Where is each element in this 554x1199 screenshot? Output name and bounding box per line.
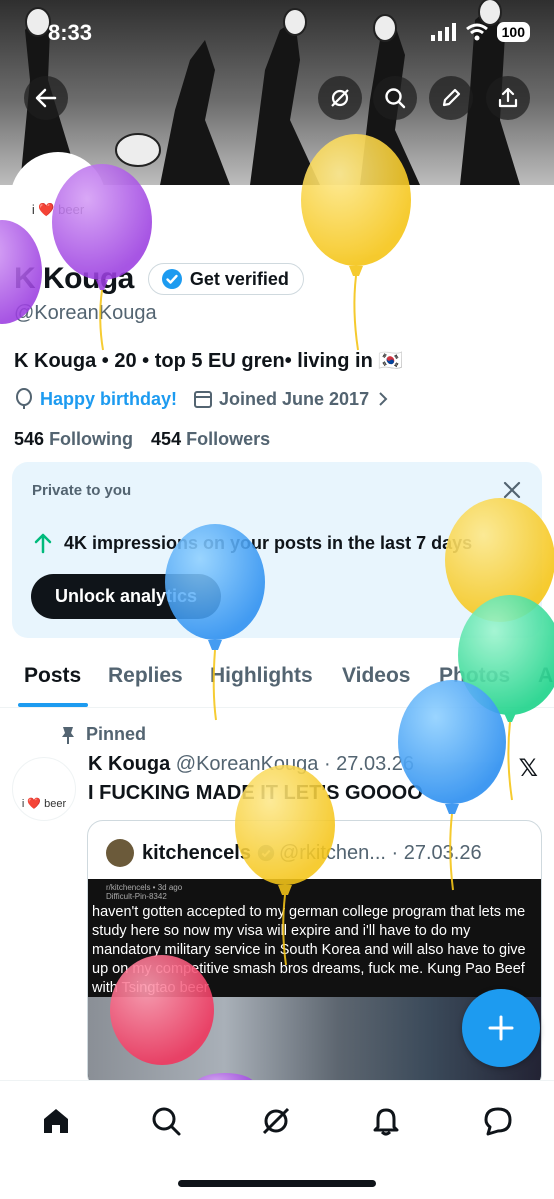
pin-icon <box>62 726 74 744</box>
follow-stats: 546 Following 454 Followers <box>14 429 270 450</box>
get-verified-label: Get verified <box>189 268 289 289</box>
quoted-post-image[interactable]: r/kitchencels • 3d ago Difficult-Pin-834… <box>88 879 541 1089</box>
post-header: K Kouga @KoreanKouga · 27.03.26 <box>88 753 414 776</box>
pinned-label: Pinned <box>86 724 147 744</box>
compose-post-button[interactable] <box>462 989 540 1067</box>
status-bar: 8:33 100 <box>0 20 554 50</box>
tab-photos[interactable]: Photos <box>439 664 510 688</box>
x-logo-icon: 𝕏 <box>518 755 538 782</box>
post-author[interactable]: K Kouga <box>88 753 170 775</box>
nav-home[interactable] <box>36 1101 76 1141</box>
analytics-card-title: Private to you <box>32 482 132 499</box>
name-row: K Kouga Get verified <box>14 262 304 296</box>
back-button[interactable] <box>24 76 68 120</box>
home-icon <box>44 1109 68 1133</box>
followers-link[interactable]: 454 Followers <box>151 429 270 450</box>
impressions-text: 4K impressions on your posts in the last… <box>64 532 473 553</box>
post-handle-date: @KoreanKouga · 27.03.26 <box>175 753 415 775</box>
battery-indicator: 100 <box>496 22 530 42</box>
post-avatar[interactable]: i ❤️ beer <box>12 757 76 821</box>
share-button[interactable] <box>486 76 530 120</box>
pinned-indicator: Pinned <box>60 724 146 745</box>
messages-icon <box>484 1107 512 1136</box>
trend-up-icon <box>34 533 52 554</box>
followers-count: 454 <box>151 429 182 449</box>
grok-icon <box>331 89 349 107</box>
nav-grok[interactable] <box>256 1101 296 1141</box>
grok-icon <box>262 1107 290 1135</box>
profile-tabs: Posts Replies Highlights Videos Photos A <box>0 650 554 708</box>
quoted-author-avatar <box>106 839 134 867</box>
search-button[interactable] <box>373 76 417 120</box>
nav-notifications[interactable] <box>366 1101 406 1141</box>
get-verified-button[interactable]: Get verified <box>147 263 304 295</box>
grok-button[interactable] <box>318 76 362 120</box>
unlock-analytics-button[interactable]: Unlock analytics <box>31 574 222 619</box>
plus-icon <box>488 1015 514 1041</box>
reddit-meta: r/kitchencels • 3d ago Difficult-Pin-834… <box>106 883 182 901</box>
following-link[interactable]: 546 Following <box>14 429 133 450</box>
edit-button[interactable] <box>429 76 473 120</box>
following-count: 546 <box>14 429 45 449</box>
following-label: Following <box>49 429 134 449</box>
quoted-handle-date: @rkitchen... · 27.03.26 <box>278 841 482 864</box>
tab-videos[interactable]: Videos <box>342 664 410 688</box>
search-icon <box>385 88 406 109</box>
balloon-icon <box>16 388 32 409</box>
nav-messages[interactable] <box>478 1101 518 1141</box>
birthday-link[interactable]: Happy birthday! <box>40 389 177 410</box>
close-icon[interactable] <box>502 480 522 500</box>
display-name: K Kouga <box>14 262 134 295</box>
verified-badge-icon <box>257 844 275 862</box>
active-tab-indicator <box>18 703 88 707</box>
notifications-icon <box>373 1108 399 1136</box>
profile-handle: @KoreanKouga <box>14 302 157 324</box>
post-avatar-text: i ❤️ beer <box>21 798 67 810</box>
share-icon <box>498 87 518 108</box>
joined-date[interactable]: Joined June 2017 <box>219 389 369 410</box>
quoted-author: kitchencels <box>142 841 251 864</box>
tab-articles[interactable]: A <box>538 664 553 688</box>
avatar-text: i ❤️ beer <box>31 202 85 217</box>
reddit-post-text: haven't gotten accepted to my german col… <box>92 904 526 996</box>
reddit-meta-line2: Difficult-Pin-8342 <box>106 892 167 901</box>
status-time: 8:33 <box>48 20 93 45</box>
profile-meta: Happy birthday! Joined June 2017 <box>14 388 391 410</box>
impressions-stat: 4K impressions on your posts in the last… <box>32 532 472 554</box>
back-arrow-icon <box>35 88 57 108</box>
followers-label: Followers <box>186 429 271 449</box>
home-indicator <box>178 1180 376 1187</box>
search-icon <box>152 1107 181 1136</box>
analytics-card: Private to you 4K impressions on your po… <box>12 462 542 638</box>
post-text: I FUCKING MADE IT LET'S GOOOO <box>88 782 423 804</box>
nav-search[interactable] <box>146 1101 186 1141</box>
tab-highlights[interactable]: Highlights <box>210 664 313 688</box>
verified-badge-icon <box>161 269 182 289</box>
profile-bio: K Kouga • 20 • top 5 EU gren• living in … <box>14 350 404 372</box>
profile-avatar[interactable]: i ❤️ beer <box>10 152 106 248</box>
tab-replies[interactable]: Replies <box>108 664 183 688</box>
chevron-right-icon[interactable] <box>375 390 391 408</box>
tab-posts[interactable]: Posts <box>24 664 81 688</box>
status-icons: 100 <box>430 22 530 42</box>
calendar-icon <box>194 391 213 408</box>
wifi-icon <box>465 23 488 41</box>
cellular-signal-icon <box>430 23 456 41</box>
quoted-post-header: kitchencels @rkitchen... · 27.03.26 <box>106 839 482 867</box>
reddit-meta-line1: r/kitchencels • 3d ago <box>106 883 183 892</box>
edit-icon <box>442 88 461 107</box>
